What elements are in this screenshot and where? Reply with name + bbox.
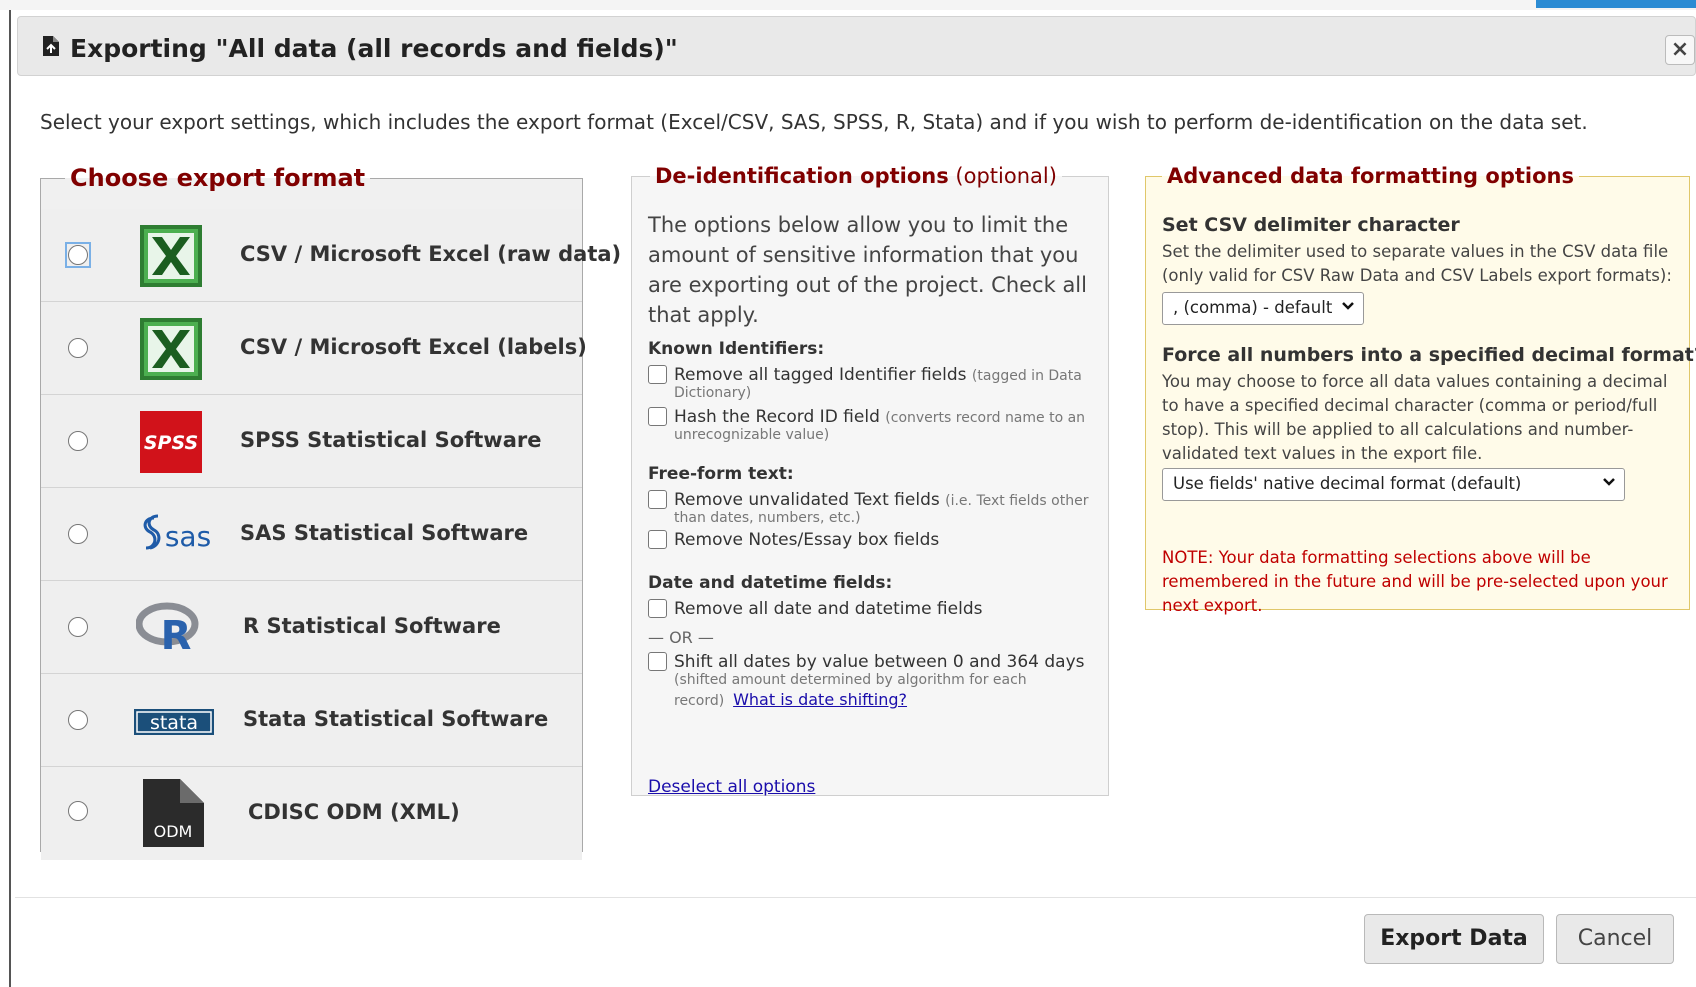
excel-icon bbox=[140, 318, 202, 380]
or-separator: — OR — bbox=[648, 628, 714, 647]
export-format-legend: Choose export format bbox=[70, 164, 366, 192]
format-option-r[interactable]: R R Statistical Software bbox=[41, 581, 582, 674]
footer-divider bbox=[15, 897, 1696, 898]
decimal-description: You may choose to force all data values … bbox=[1162, 372, 1668, 463]
shift-dates-checkbox[interactable] bbox=[648, 652, 667, 671]
stata-icon: stata bbox=[134, 709, 214, 735]
remove-notes-checkbox[interactable] bbox=[648, 530, 667, 549]
format-label: SAS Statistical Software bbox=[240, 521, 529, 545]
format-radio-sas[interactable] bbox=[68, 524, 88, 544]
decimal-format-select[interactable]: Use fields' native decimal format (defau… bbox=[1162, 468, 1625, 501]
cancel-button[interactable]: Cancel bbox=[1556, 914, 1674, 964]
decimal-heading: Force all numbers into a specified decim… bbox=[1162, 344, 1696, 366]
odm-logo-text: ODM bbox=[154, 822, 193, 841]
date-fields-heading: Date and datetime fields: bbox=[648, 573, 893, 593]
format-option-stata[interactable]: stata Stata Statistical Software bbox=[41, 674, 582, 767]
hash-record-id-checkbox[interactable] bbox=[648, 407, 667, 426]
advanced-formatting-fieldset: Advanced data formatting options Set CSV… bbox=[1145, 164, 1696, 615]
format-radio-csv-labels[interactable] bbox=[68, 338, 88, 358]
deidentification-intro: The options below allow you to limit the… bbox=[648, 213, 1087, 327]
format-option-csv-labels[interactable]: CSV / Microsoft Excel (labels) bbox=[41, 302, 587, 395]
format-label: SPSS Statistical Software bbox=[240, 428, 542, 452]
r-logo-text: R bbox=[161, 613, 192, 659]
format-label: CSV / Microsoft Excel (raw data) bbox=[240, 242, 622, 266]
format-option-cdisc-odm[interactable]: ODM CDISC ODM (XML) bbox=[41, 767, 582, 860]
remove-identifiers-checkbox[interactable] bbox=[648, 365, 667, 384]
format-label: CDISC ODM (XML) bbox=[248, 800, 460, 824]
sas-icon: sas bbox=[143, 514, 211, 553]
close-button[interactable]: × bbox=[1665, 35, 1695, 65]
delimiter-heading: Set CSV delimiter character bbox=[1162, 214, 1460, 236]
delimiter-select[interactable]: , (comma) - default bbox=[1162, 292, 1364, 325]
format-radio-csv-raw[interactable] bbox=[65, 242, 91, 268]
format-radio-r[interactable] bbox=[68, 617, 88, 637]
format-radio-spss[interactable] bbox=[68, 431, 88, 451]
advanced-formatting-legend: Advanced data formatting options bbox=[1167, 164, 1574, 188]
spss-icon: SPSS bbox=[140, 411, 202, 473]
format-option-spss[interactable]: SPSS SPSS Statistical Software bbox=[41, 395, 582, 488]
excel-icon bbox=[140, 225, 202, 287]
stata-logo-text: stata bbox=[150, 712, 198, 734]
sas-logo-text: sas bbox=[165, 520, 211, 553]
background-edge bbox=[0, 10, 11, 987]
dialog-title: Exporting "All data (all records and fie… bbox=[70, 34, 678, 63]
date-shifting-help-link[interactable]: What is date shifting? bbox=[733, 690, 907, 709]
top-strip-accent bbox=[1536, 0, 1696, 8]
format-label: CSV / Microsoft Excel (labels) bbox=[240, 335, 587, 359]
remove-unvalidated-text-checkbox[interactable] bbox=[648, 490, 667, 509]
formatting-note: NOTE: Your data formatting selections ab… bbox=[1162, 548, 1668, 615]
r-icon: R bbox=[136, 602, 199, 659]
format-radio-stata[interactable] bbox=[68, 710, 88, 730]
remove-dates-checkbox[interactable] bbox=[648, 599, 667, 618]
dialog-intro: Select your export settings, which inclu… bbox=[40, 110, 1588, 134]
free-form-heading: Free-form text: bbox=[648, 464, 794, 484]
known-identifiers-heading: Known Identifiers: bbox=[648, 339, 825, 359]
file-export-icon bbox=[43, 36, 59, 56]
format-option-csv-raw[interactable]: CSV / Microsoft Excel (raw data) bbox=[41, 209, 621, 302]
spss-logo-text: SPSS bbox=[144, 432, 198, 454]
format-label: R Statistical Software bbox=[243, 614, 501, 638]
export-dialog: Exporting "All data (all records and fie… bbox=[11, 10, 1696, 987]
odm-file-icon: ODM bbox=[143, 779, 204, 847]
export-data-button[interactable]: Export Data bbox=[1364, 914, 1544, 964]
format-label: Stata Statistical Software bbox=[243, 707, 549, 731]
dialog-titlebar: Exporting "All data (all records and fie… bbox=[17, 16, 1696, 76]
delimiter-description: Set the delimiter used to separate value… bbox=[1162, 242, 1672, 285]
deidentification-legend: De-identification options (optional) bbox=[655, 164, 1057, 188]
chevron-down-icon bbox=[1342, 302, 1354, 310]
format-radio-cdisc-odm[interactable] bbox=[68, 801, 88, 821]
deselect-all-link[interactable]: Deselect all options bbox=[648, 777, 815, 797]
chevron-down-icon bbox=[1603, 478, 1615, 486]
deidentification-fieldset: De-identification options (optional) The… bbox=[631, 164, 1109, 797]
export-format-fieldset: Choose export format CSV / Microsoft Exc… bbox=[40, 164, 621, 860]
format-option-sas[interactable]: sas SAS Statistical Software bbox=[41, 488, 582, 581]
export-format-list: CSV / Microsoft Excel (raw data) CSV / M… bbox=[41, 209, 621, 860]
